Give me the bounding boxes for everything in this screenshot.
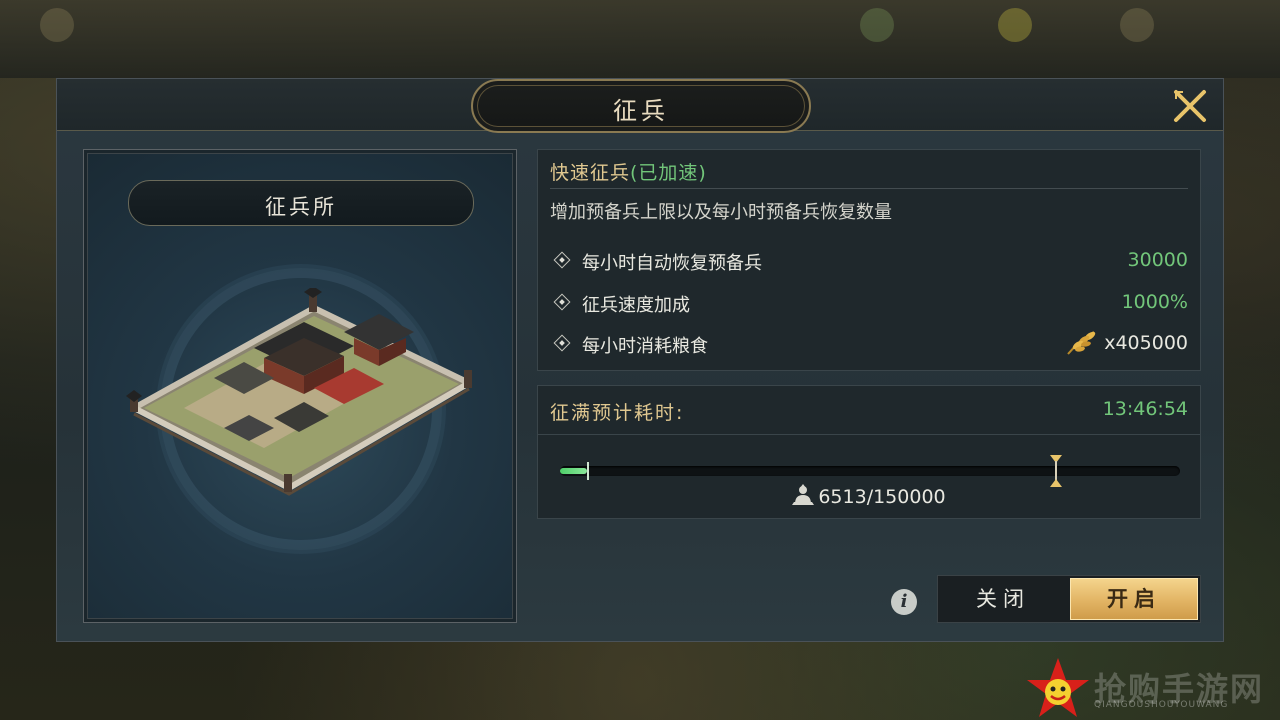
barracks-building-image [126,288,472,496]
recruit-dialog: 征兵 征兵所 快速征兵(已加速) 增加预备兵上限以及每小时预备兵恢复数量 每小时… [56,78,1224,642]
title-plate: 征兵 [471,79,811,133]
progress-head [587,462,589,480]
open-button[interactable]: 开启 [1070,578,1198,620]
diamond-bullet-icon [553,334,571,352]
progress-fill [560,468,587,474]
close-button[interactable]: 关闭 [938,576,1068,622]
building-name-plate: 征兵所 [128,180,474,226]
stat-value: x405000 [1104,332,1188,354]
divider [550,188,1188,189]
stat-value: 30000 [1127,249,1188,271]
stat-value: 1000% [1121,291,1188,313]
speed-info-panel: 快速征兵(已加速) 增加预备兵上限以及每小时预备兵恢复数量 每小时自动恢复预备兵… [537,149,1201,371]
soldier-count-text: 6513/150000 [818,486,946,508]
time-label: 征满预计耗时: [550,402,685,424]
stat-label: 每小时消耗粮食 [582,336,708,357]
speed-title: 快速征兵(已加速) [550,158,707,185]
building-name: 征兵所 [265,195,337,219]
stat-label: 每小时自动恢复预备兵 [582,253,762,274]
watermark-star-logo [1027,658,1089,717]
stat-label: 征兵速度加成 [582,295,690,316]
diamond-bullet-icon [553,293,571,311]
building-panel: 征兵所 [83,149,517,623]
recruit-progress-bar [560,455,1180,487]
diamond-bullet-icon [553,251,571,269]
stat-row-grain-cost: 每小时消耗粮食 x405000 [553,331,1188,357]
stat-row-speed-bonus: 征兵速度加成 1000% [553,290,1188,316]
soldier-count: 6513/150000 [538,484,1200,508]
info-icon[interactable]: i [891,589,917,615]
action-buttons: 关闭 开启 [937,575,1201,623]
soldier-icon [792,484,815,505]
top-bar-blurred [0,0,1280,78]
time-value: 13:46:54 [1102,398,1188,420]
speed-title-text: 快速征兵 [550,162,631,184]
stat-row-recovery: 每小时自动恢复预备兵 30000 [553,248,1188,274]
marker-icon[interactable] [1050,455,1062,487]
close-icon[interactable] [1171,87,1209,125]
grain-icon [1064,328,1100,362]
divider [538,434,1200,435]
speed-status: (已加速) [630,162,707,184]
watermark-subtext: QIANGOUSHOUYOUWANG [1094,700,1229,710]
recruit-progress-panel: 征满预计耗时: 13:46:54 6513/150000 [537,385,1201,519]
speed-description: 增加预备兵上限以及每小时预备兵恢复数量 [550,202,892,223]
dialog-title: 征兵 [613,97,669,125]
